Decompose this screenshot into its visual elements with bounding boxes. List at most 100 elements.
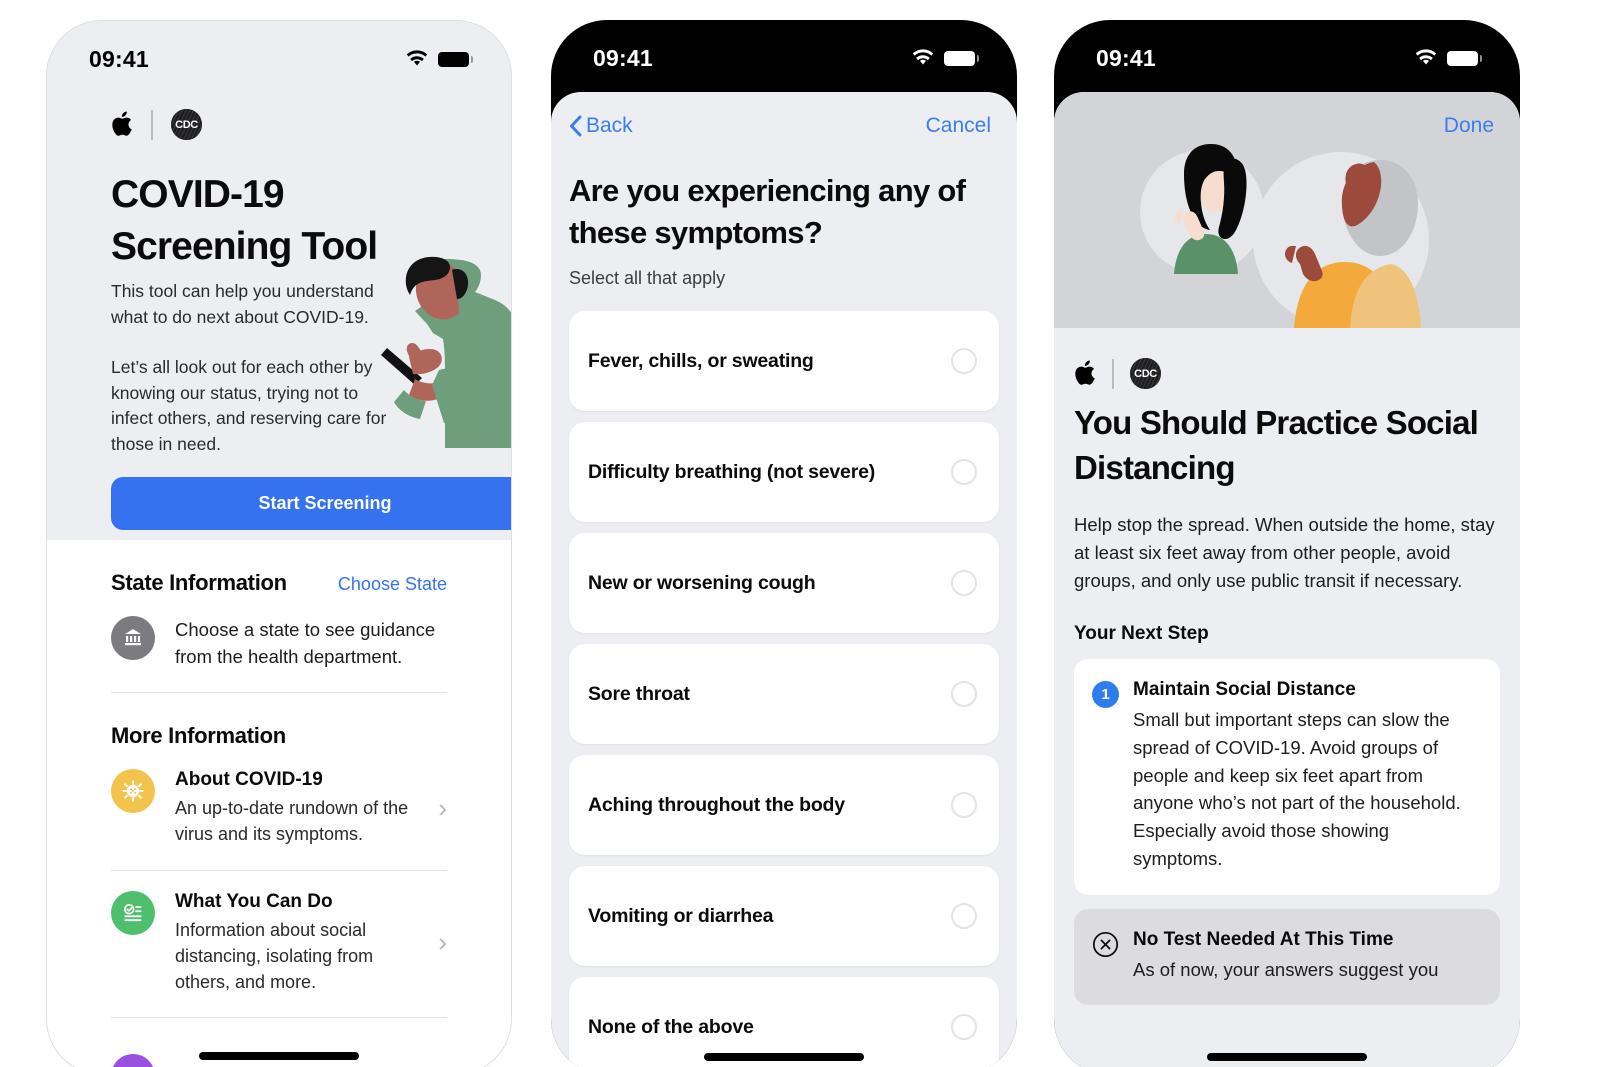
symptom-option[interactable]: Vomiting or diarrhea <box>569 866 999 967</box>
x-circle-icon <box>1092 931 1119 957</box>
symptom-option[interactable]: Difficulty breathing (not severe) <box>569 422 999 523</box>
back-label: Back <box>586 114 633 137</box>
symptoms-sheet: Back Cancel Are you experiencing any of … <box>551 92 1017 1067</box>
next-list-item-icon <box>111 1054 155 1067</box>
phone-screen-result: 09:41 Done CDC You Should Practice Socia… <box>1054 20 1520 1067</box>
sheet-navbar: Back Cancel <box>551 92 1017 138</box>
phone-screen-home: 09:41 CDC COVID-19 Screening Tool This t… <box>46 20 512 1067</box>
list-item-about-covid[interactable]: About COVID-19 An up-to-date rundown of … <box>47 749 511 847</box>
screenshot-stage: 09:41 CDC COVID-19 Screening Tool This t… <box>0 0 1600 1067</box>
brand-row: CDC <box>111 109 202 140</box>
symptom-radio-icon[interactable] <box>951 348 977 375</box>
what-you-can-do-body: Information about social distancing, iso… <box>175 919 374 992</box>
done-button[interactable]: Done <box>1444 114 1494 138</box>
step-text: Maintain Social Distance Small but impor… <box>1133 679 1478 873</box>
cdc-logo-icon: CDC <box>1130 358 1161 389</box>
hero-section: CDC COVID-19 Screening Tool This tool ca… <box>47 21 511 540</box>
what-you-can-do-text: What You Can Do Information about social… <box>175 891 418 995</box>
battery-icon <box>944 50 979 66</box>
symptom-option[interactable]: Sore throat <box>569 644 999 745</box>
symptom-label: Sore throat <box>588 682 690 705</box>
cancel-button[interactable]: Cancel <box>926 114 995 138</box>
question-title: Are you experiencing any of these sympto… <box>569 173 966 251</box>
result-title: You Should Practice Social Distancing <box>1074 404 1479 486</box>
notice-body: As of now, your answers suggest you <box>1133 958 1439 980</box>
list-divider-bottom <box>111 1016 447 1018</box>
start-screening-button[interactable]: Start Screening <box>111 477 511 530</box>
more-information-header: More Information <box>47 693 511 749</box>
chevron-right-icon: › <box>438 927 447 958</box>
list-item-what-you-can-do[interactable]: What You Can Do Information about social… <box>47 871 511 995</box>
symptom-option[interactable]: New or worsening cough <box>569 533 999 634</box>
symptom-radio-icon[interactable] <box>951 570 977 597</box>
cdc-logo-icon: CDC <box>171 109 202 140</box>
brand-row-3: CDC <box>1074 328 1500 389</box>
status-icons <box>911 49 979 67</box>
status-icons <box>405 50 473 68</box>
person-using-phone-illustration <box>381 256 511 448</box>
screen-3: 09:41 Done CDC You Should Practice Socia… <box>1054 20 1520 1067</box>
chevron-left-icon <box>570 115 582 137</box>
question-subtitle: Select all that apply <box>569 268 726 289</box>
symptom-label: Fever, chills, or sweating <box>588 349 814 372</box>
state-information-title: State Information <box>111 570 287 595</box>
status-time: 09:41 <box>1096 44 1156 71</box>
battery-icon <box>1447 50 1482 66</box>
screen-1: 09:41 CDC COVID-19 Screening Tool This t… <box>47 21 511 1067</box>
page-title: COVID-19 Screening Tool <box>111 173 378 268</box>
state-information-header: State Information Choose State <box>47 540 511 596</box>
brand-divider <box>151 109 153 140</box>
no-test-needed-card: No Test Needed At This Time As of now, y… <box>1074 908 1500 1006</box>
notice-text: No Test Needed At This Time As of now, y… <box>1133 929 1438 984</box>
state-information-row[interactable]: Choose a state to see guidance from the … <box>47 596 511 670</box>
symptom-label: None of the above <box>588 1015 754 1038</box>
intro-paragraph-1: This tool can help you understand what t… <box>111 281 374 327</box>
symptom-list: Fever, chills, or sweating Difficulty br… <box>551 311 1017 1067</box>
step-title: Maintain Social Distance <box>1133 679 1356 701</box>
wifi-icon <box>1415 49 1437 65</box>
symptom-radio-icon[interactable] <box>951 903 977 930</box>
wifi-icon <box>912 49 934 65</box>
symptom-radio-icon[interactable] <box>951 792 977 819</box>
result-description: Help stop the spread. When outside the h… <box>1074 513 1495 591</box>
symptom-radio-icon[interactable] <box>951 1014 977 1041</box>
notice-title: No Test Needed At This Time <box>1133 928 1394 950</box>
status-icons <box>1414 49 1482 67</box>
chevron-right-icon: › <box>438 792 447 823</box>
status-bar-2: 09:41 <box>551 20 1017 82</box>
next-step-label: Your Next Step <box>1074 623 1209 645</box>
state-information-body-wrap: Choose a state to see guidance from the … <box>175 616 447 670</box>
step-body: Small but important steps can slow the s… <box>1133 709 1461 869</box>
choose-state-link[interactable]: Choose State <box>338 574 447 595</box>
cdc-label: CDC <box>175 118 198 131</box>
hero-banner: Done <box>1054 92 1520 328</box>
symptom-radio-icon[interactable] <box>951 681 977 708</box>
symptom-label: New or worsening cough <box>588 571 816 594</box>
home-indicator <box>199 1052 359 1060</box>
government-building-icon <box>111 616 155 660</box>
symptom-radio-icon[interactable] <box>951 459 977 486</box>
cdc-label: CDC <box>1134 367 1157 380</box>
about-covid-title: About COVID-19 <box>175 769 323 791</box>
brand-divider <box>1112 358 1114 389</box>
result-body: CDC You Should Practice Social Distancin… <box>1054 328 1520 1006</box>
checklist-icon <box>111 890 155 935</box>
wifi-icon <box>406 50 428 66</box>
virus-icon <box>111 769 155 814</box>
status-bar-3: 09:41 <box>1054 20 1520 82</box>
home-indicator <box>704 1053 864 1061</box>
battery-icon <box>438 51 473 67</box>
symptom-option[interactable]: Aching throughout the body <box>569 755 999 856</box>
symptom-label: Vomiting or diarrhea <box>588 904 774 927</box>
symptom-label: Aching throughout the body <box>588 793 845 816</box>
info-sections: State Information Choose State Choose a … <box>47 540 511 1067</box>
state-information-body: Choose a state to see guidance from the … <box>175 619 436 668</box>
about-covid-body: An up-to-date rundown of the virus and i… <box>175 798 409 845</box>
result-sheet: Done CDC You Should Practice Social Dist… <box>1054 92 1520 1067</box>
status-bar-1: 09:41 <box>47 21 511 83</box>
apple-logo-icon <box>1075 360 1095 385</box>
home-indicator <box>1207 1053 1367 1061</box>
more-information-title: More Information <box>111 723 286 749</box>
symptom-option[interactable]: Fever, chills, or sweating <box>569 311 999 412</box>
back-button[interactable]: Back <box>569 114 633 138</box>
